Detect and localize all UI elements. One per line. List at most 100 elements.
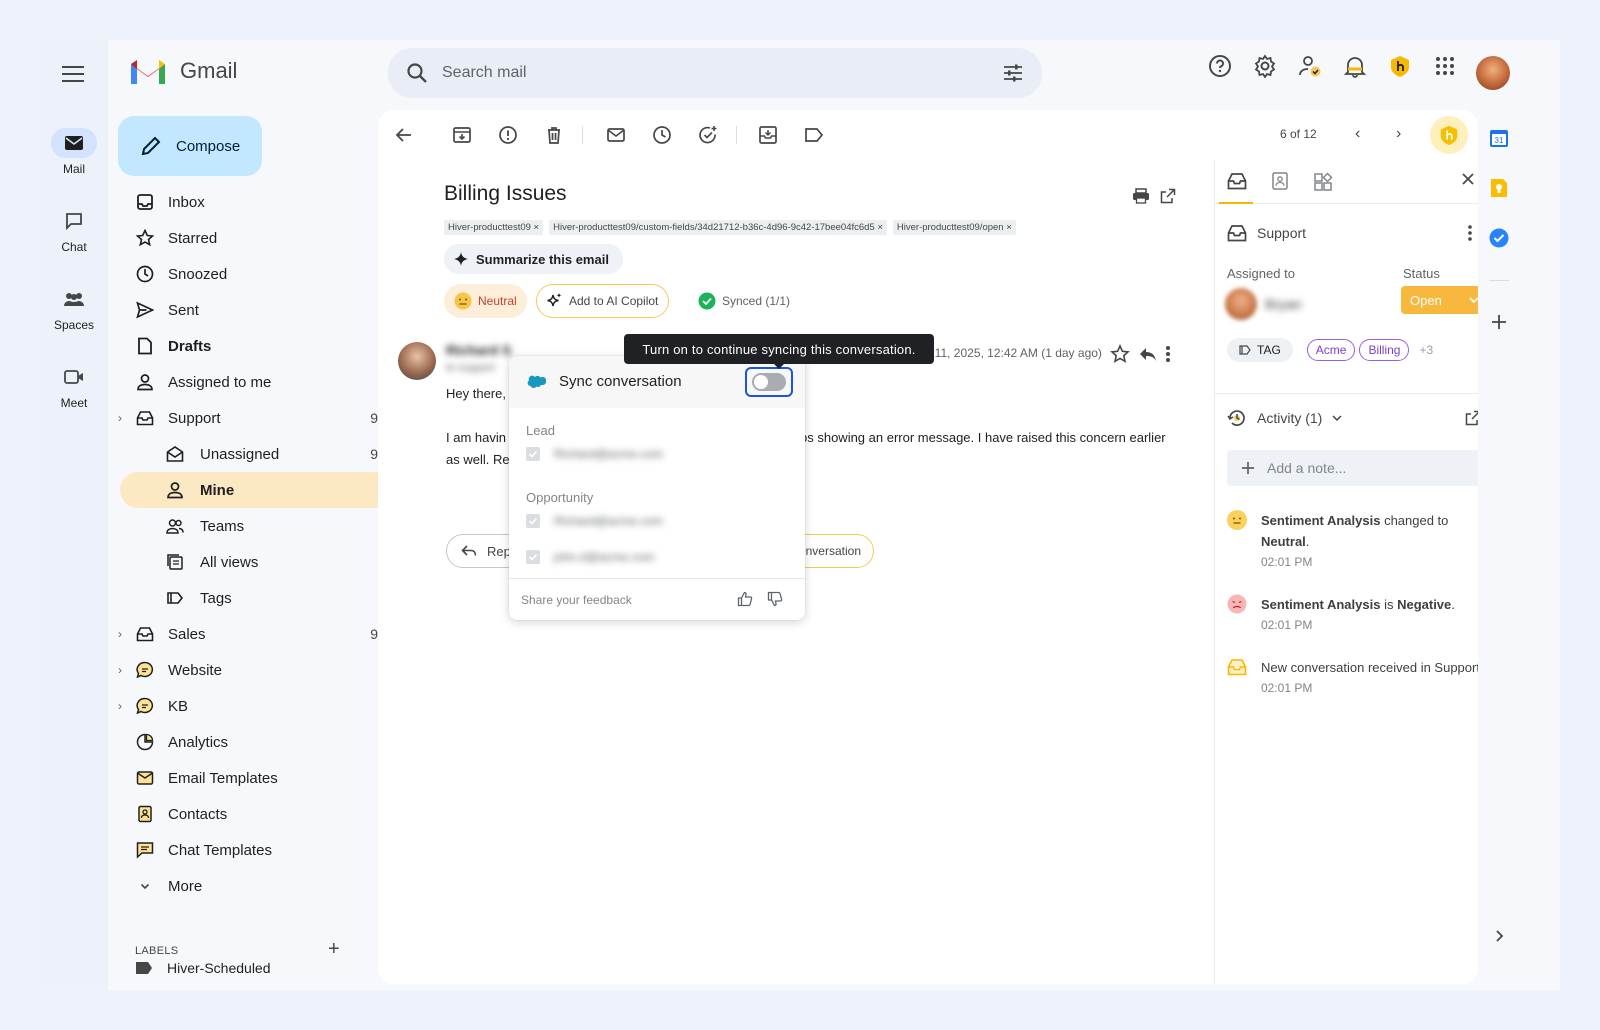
compose-button[interactable]: Compose [118,116,262,176]
tag-chip[interactable]: Hiver-producttest09/open × [892,220,1016,235]
add-task-icon[interactable] [698,125,718,145]
nav-tags[interactable]: Tags 3 [120,580,410,616]
status-dropdown[interactable]: Open [1401,286,1478,314]
expand-caret-icon[interactable]: › [118,663,122,677]
shared-inbox-name[interactable]: Support [1227,224,1306,242]
thumbs-up-icon[interactable] [737,591,753,607]
calendar-icon[interactable]: 31 [1489,128,1509,153]
close-icon[interactable] [1461,172,1475,186]
search-options-icon[interactable] [1002,63,1024,83]
star-icon[interactable] [1110,344,1130,364]
nav-contacts[interactable]: Contacts [120,796,410,832]
snooze-clock-icon[interactable] [652,125,672,145]
thumbs-down-icon[interactable] [767,591,783,607]
rail-spaces[interactable]: Spaces [40,284,108,332]
previous-chevron-icon[interactable]: ‹ [1355,125,1360,143]
expand-caret-icon[interactable]: › [118,627,122,641]
sync-toggle[interactable] [752,373,786,391]
open-external-icon[interactable] [1465,410,1478,426]
opportunity-row[interactable]: Richard@acme.com [526,514,663,528]
more-vertical-icon[interactable] [1164,344,1172,364]
nav-drafts[interactable]: Drafts 76 [120,328,410,364]
hiver-shield-icon[interactable] [1388,54,1412,78]
nav-analytics[interactable]: Analytics [120,724,410,760]
mark-unread-icon[interactable] [606,125,626,145]
nav-teams[interactable]: Teams 2 [120,508,410,544]
search-bar[interactable]: Search mail [388,48,1042,98]
report-spam-icon[interactable] [498,125,518,145]
label-chip[interactable]: Billing [1359,339,1410,361]
add-label-icon[interactable]: + [328,938,340,961]
label-item[interactable]: Hiver-Scheduled [135,960,271,976]
opportunity-checkbox[interactable] [526,550,540,564]
nav-kb[interactable]: › KB [118,688,410,724]
nav-sent[interactable]: Sent [120,292,410,328]
tag-chip[interactable]: Hiver-producttest09/custom-fields/34d217… [549,220,887,235]
more-vertical-icon[interactable] [1467,224,1473,242]
tag-chip[interactable]: Hiver-producttest09 × [444,220,544,235]
contact-tab-icon[interactable] [1271,172,1289,190]
nav-unassigned[interactable]: Unassigned 99+ [120,436,410,472]
expand-caret-icon[interactable]: › [118,699,122,713]
notifications-bell-icon[interactable] [1343,54,1367,78]
delete-trash-icon[interactable] [544,125,564,145]
activity-header[interactable]: Activity (1) [1227,408,1342,428]
apps-tab-icon[interactable] [1313,172,1333,192]
settings-gear-icon[interactable] [1253,54,1277,78]
nav-assigned-to-me[interactable]: Assigned to me 12 [120,364,410,400]
gmail-m-icon [131,60,165,84]
back-arrow-icon[interactable] [394,125,414,145]
add-tag-button[interactable]: TAG [1227,338,1293,362]
print-icon[interactable] [1132,188,1150,204]
sentiment-chip[interactable]: Neutral [444,284,527,318]
label-chip[interactable]: Acme [1306,339,1356,361]
lead-row[interactable]: Richard@acme.com [526,447,663,461]
rail-meet[interactable]: Meet [40,362,108,410]
assignee-selector[interactable]: Bryan [1225,288,1302,320]
nav-more[interactable]: More [120,868,410,904]
expand-panel-chevron-icon[interactable] [1489,926,1509,951]
nav-inbox[interactable]: Inbox 77 [120,184,410,220]
agent-status-icon[interactable] [1298,54,1322,78]
sync-toggle-focus[interactable] [745,367,793,397]
archive-icon[interactable] [452,125,472,145]
nav-snoozed[interactable]: Snoozed [120,256,410,292]
opportunity-checkbox[interactable] [526,514,540,528]
more-labels-count[interactable]: +3 [1419,343,1433,357]
opportunity-row[interactable]: john.d@acme.com [526,550,654,564]
apps-grid-icon[interactable] [1433,54,1457,78]
expand-caret-icon[interactable]: › [118,411,122,425]
nav-sales[interactable]: › Sales 99+ [118,616,410,652]
tasks-icon[interactable] [1489,228,1509,253]
label-tag-icon[interactable] [804,125,824,145]
next-chevron-icon[interactable]: › [1396,125,1401,143]
move-to-icon[interactable] [758,125,778,145]
nav-all-views[interactable]: All views 4 [120,544,410,580]
help-icon[interactable] [1208,54,1232,78]
gmail-logo[interactable]: Gmail [128,56,237,86]
nav-website[interactable]: › Website [118,652,410,688]
main-menu-icon[interactable] [62,66,84,82]
rail-mail[interactable]: Mail [40,128,108,176]
search-icon[interactable] [406,62,428,84]
nav-email-templates[interactable]: Email Templates [120,760,410,796]
search-input[interactable]: Search mail [442,64,1002,82]
nav-mine[interactable]: Mine 12 [120,472,410,508]
sender-avatar[interactable] [398,342,436,380]
keep-icon[interactable] [1489,178,1509,203]
add-note-input[interactable]: Add a note... [1227,450,1478,486]
lead-checkbox[interactable] [526,447,540,461]
add-to-ai-copilot-button[interactable]: Add to AI Copilot [536,284,670,318]
account-avatar[interactable] [1476,56,1510,90]
nav-support[interactable]: › Support 99+ [118,400,410,436]
nav-starred[interactable]: Starred [120,220,410,256]
rail-chat[interactable]: Chat [40,206,108,254]
summarize-email-button[interactable]: Summarize this email [444,244,623,274]
get-addons-plus-icon[interactable] [1489,312,1509,337]
reply-arrow-icon[interactable] [1138,344,1158,364]
synced-chip[interactable]: Synced (1/1) [688,284,800,318]
hiver-sidebar-toggle[interactable] [1430,116,1468,154]
conversation-tab-icon[interactable] [1227,172,1247,190]
open-new-window-icon[interactable] [1160,188,1176,204]
nav-chat-templates[interactable]: Chat Templates [120,832,410,868]
